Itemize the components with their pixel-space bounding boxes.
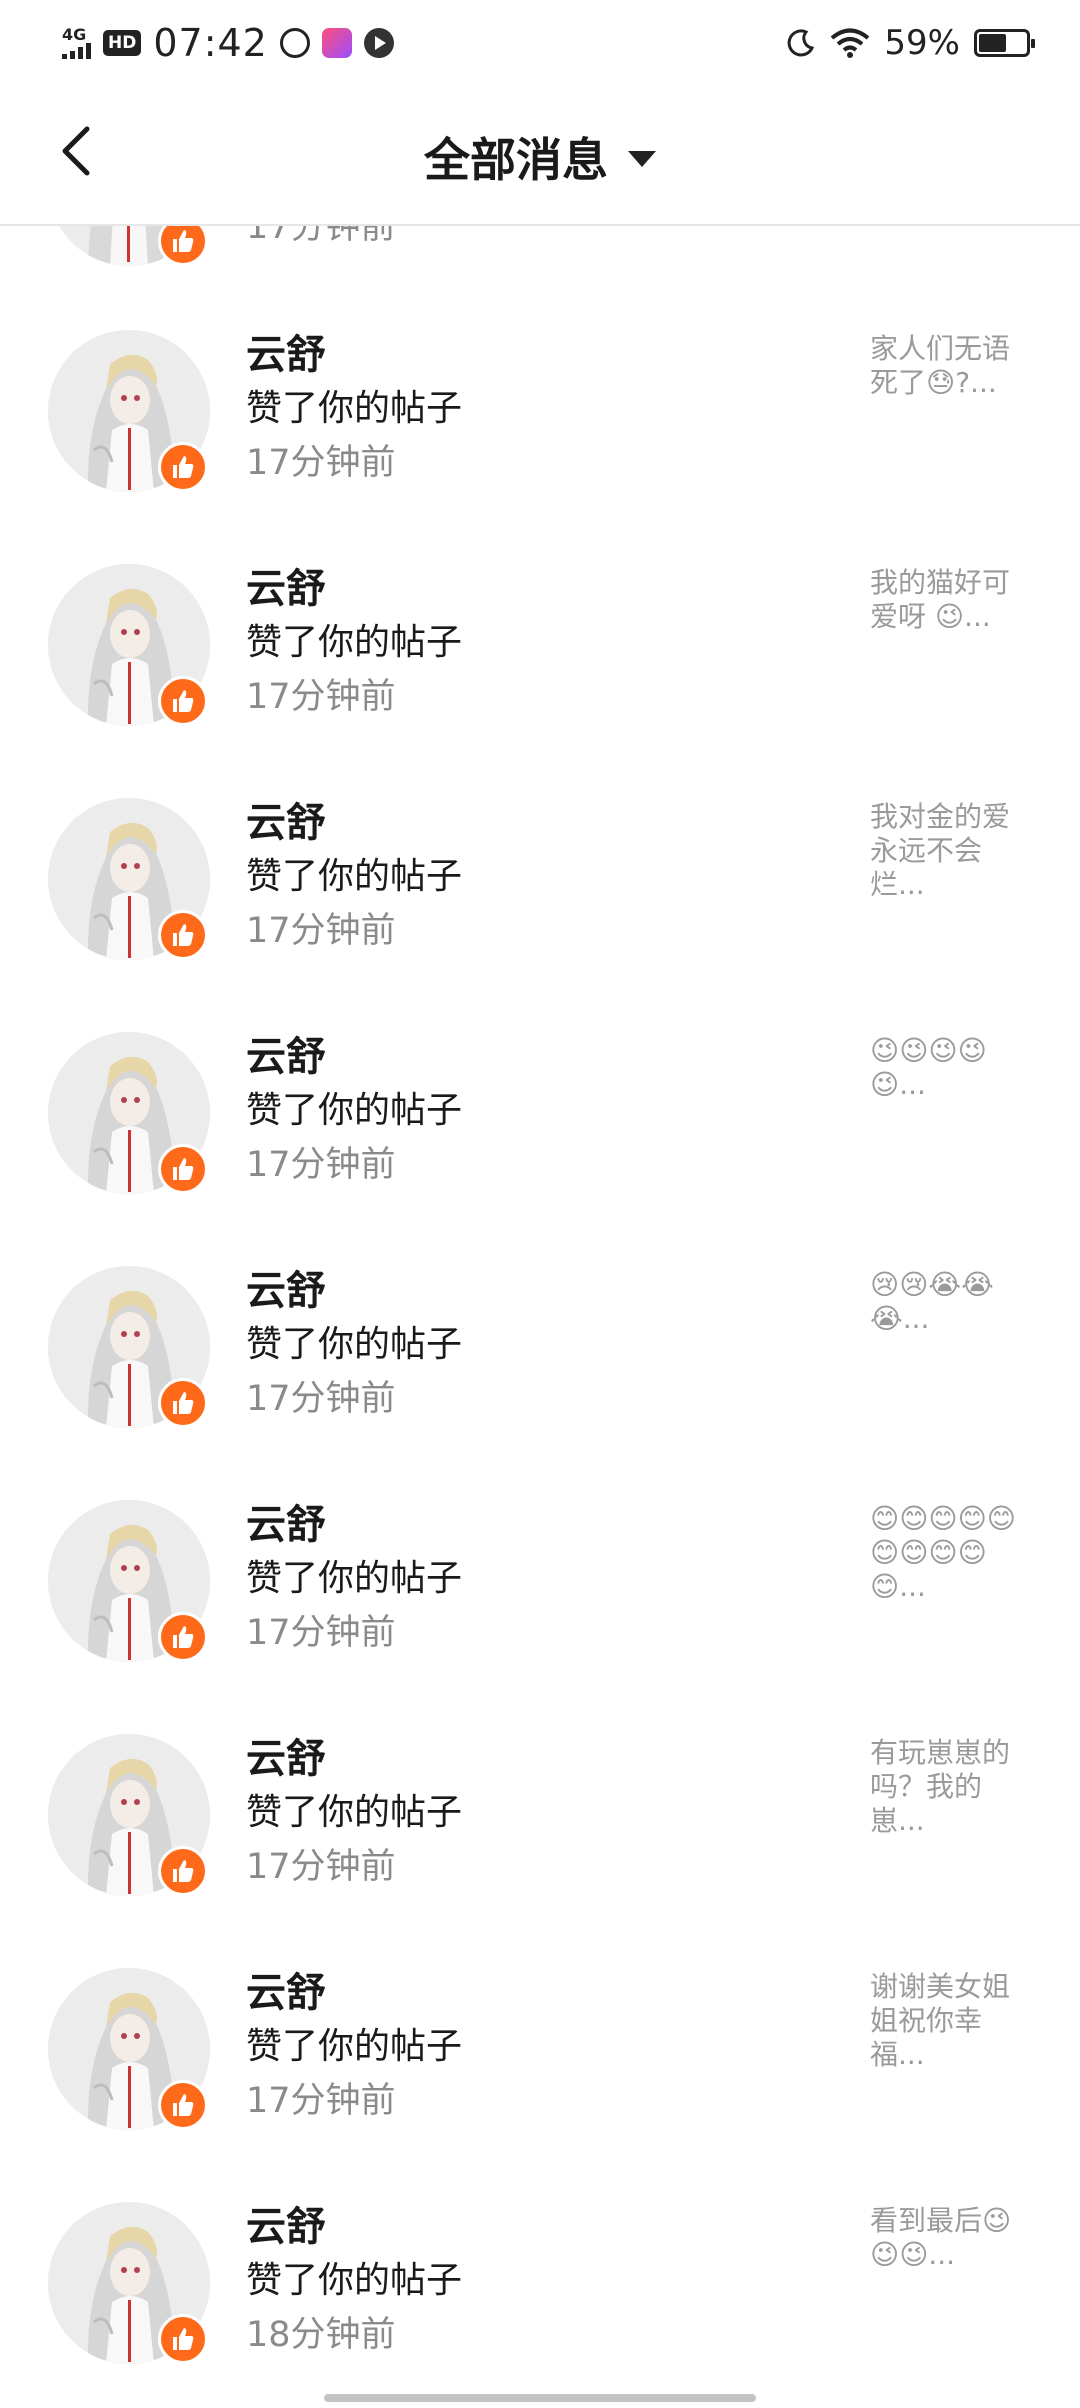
battery-icon [974, 29, 1035, 57]
post-preview[interactable]: 家人们无语死了😓?... [870, 332, 1032, 400]
item-time: 17分钟前 [246, 1613, 396, 1653]
thumbs-up-icon [173, 1860, 194, 1882]
item-time: 18分钟前 [246, 2315, 396, 2355]
like-badge [158, 226, 208, 266]
post-preview[interactable]: 😊😊😊😊😊😊😊😊😊😊... [870, 1502, 1032, 1604]
status-bar-left: 4G HD 07:42 [62, 21, 394, 65]
user-name[interactable]: 云舒 [246, 1032, 326, 1082]
like-badge [158, 1378, 208, 1428]
user-name[interactable]: 云舒 [246, 1500, 326, 1550]
battery-level-fill [979, 34, 1006, 52]
item-time: 17分钟前 [246, 1847, 396, 1887]
item-time: 17分钟前 [246, 1145, 396, 1185]
user-name[interactable]: 云舒 [246, 1968, 326, 2018]
post-preview[interactable]: 我对金的爱永远不会烂... [870, 800, 1032, 902]
list-item[interactable]: 云舒 赞了你的帖子 17分钟前 😉😉😉😉😉... [0, 1032, 1080, 1266]
status-bar-right: 59% [786, 23, 1035, 63]
thumbs-up-icon [173, 1158, 194, 1180]
do-not-disturb-moon-icon [788, 29, 815, 57]
video-notification-icon [363, 28, 394, 58]
post-preview[interactable]: 有玩崽崽的吗？我的崽... [870, 1736, 1032, 1838]
hd-badge: HD [103, 30, 142, 56]
messages-screen: 4G HD 07:42 59% 全部消息 17分钟前 云舒 赞了你的帖子 17分… [0, 0, 1080, 2408]
item-time: 17分钟前 [246, 911, 396, 951]
item-time: 17分钟前 [246, 677, 396, 717]
item-action: 赞了你的帖子 [246, 1324, 463, 1365]
item-time: 17分钟前 [246, 2081, 396, 2121]
home-indicator[interactable] [324, 2394, 756, 2402]
like-badge [158, 442, 208, 492]
app-notification-icon [279, 28, 310, 58]
user-name[interactable]: 云舒 [246, 1266, 326, 1316]
battery-percent: 59% [884, 23, 960, 63]
item-action: 赞了你的帖子 [246, 1090, 463, 1131]
page-title: 全部消息 [424, 133, 608, 187]
thumbs-up-icon [173, 690, 194, 712]
item-action: 赞了你的帖子 [246, 622, 463, 663]
list-item[interactable]: 云舒 赞了你的帖子 17分钟前 家人们无语死了😓?... [0, 330, 1080, 564]
thumbs-up-icon [173, 2094, 194, 2116]
item-time: 17分钟前 [246, 1379, 396, 1419]
message-filter-dropdown[interactable]: 全部消息 [0, 124, 1080, 190]
top-bar: 全部消息 [0, 86, 1080, 226]
status-bar: 4G HD 07:42 59% [0, 0, 1080, 86]
cellular-signal-icon: 4G [62, 27, 91, 59]
list-item[interactable]: 云舒 赞了你的帖子 17分钟前 我的猫好可爱呀 😉... [0, 564, 1080, 798]
item-action: 赞了你的帖子 [246, 856, 463, 897]
network-type-label: 4G [62, 25, 87, 44]
list-item[interactable]: 云舒 赞了你的帖子 17分钟前 谢谢美女姐姐祝你幸福... [0, 1968, 1080, 2202]
list-item[interactable]: 云舒 赞了你的帖子 17分钟前 😢😢😭😭😭... [0, 1266, 1080, 1500]
post-preview[interactable]: 我的猫好可爱呀 😉... [870, 566, 1032, 634]
user-name[interactable]: 云舒 [246, 798, 326, 848]
post-preview[interactable]: 看到最后😉😉😉... [870, 2204, 1032, 2272]
thumbs-up-icon [173, 1626, 194, 1648]
item-action: 赞了你的帖子 [246, 2026, 463, 2067]
app-notification-icon [321, 28, 352, 58]
like-badge [158, 1612, 208, 1662]
post-preview[interactable]: 😉😉😉😉😉... [870, 1034, 1032, 1102]
status-time: 07:42 [153, 21, 268, 65]
user-name[interactable]: 云舒 [246, 564, 326, 614]
thumbs-up-icon [173, 924, 194, 946]
item-time: 17分钟前 [246, 443, 396, 483]
list-item-partial[interactable]: 17分钟前 [0, 226, 1080, 266]
item-action: 赞了你的帖子 [246, 2260, 463, 2301]
thumbs-up-icon [173, 230, 194, 252]
item-time: 17分钟前 [246, 226, 396, 247]
thumbs-up-icon [173, 2328, 194, 2350]
user-name[interactable]: 云舒 [246, 330, 326, 380]
item-action: 赞了你的帖子 [246, 1558, 463, 1599]
list-item[interactable]: 云舒 赞了你的帖子 18分钟前 看到最后😉😉😉... [0, 2202, 1080, 2408]
like-badge [158, 1846, 208, 1896]
like-badge [158, 1144, 208, 1194]
list-item[interactable]: 云舒 赞了你的帖子 17分钟前 我对金的爱永远不会烂... [0, 798, 1080, 1032]
like-badge [158, 2080, 208, 2130]
like-badge [158, 676, 208, 726]
like-badge [158, 910, 208, 960]
item-action: 赞了你的帖子 [246, 1792, 463, 1833]
thumbs-up-icon [173, 1392, 194, 1414]
thumbs-up-icon [173, 456, 194, 478]
post-preview[interactable]: 😢😢😭😭😭... [870, 1268, 1032, 1336]
list-item[interactable]: 云舒 赞了你的帖子 17分钟前 😊😊😊😊😊😊😊😊😊😊... [0, 1500, 1080, 1734]
list-item[interactable]: 云舒 赞了你的帖子 17分钟前 有玩崽崽的吗？我的崽... [0, 1734, 1080, 1968]
user-name[interactable]: 云舒 [246, 2202, 326, 2252]
caret-down-icon [628, 151, 656, 167]
post-preview[interactable]: 谢谢美女姐姐祝你幸福... [870, 1970, 1032, 2072]
user-name[interactable]: 云舒 [246, 1734, 326, 1784]
like-badge [158, 2314, 208, 2364]
item-action: 赞了你的帖子 [246, 388, 463, 429]
wifi-icon [831, 28, 870, 58]
